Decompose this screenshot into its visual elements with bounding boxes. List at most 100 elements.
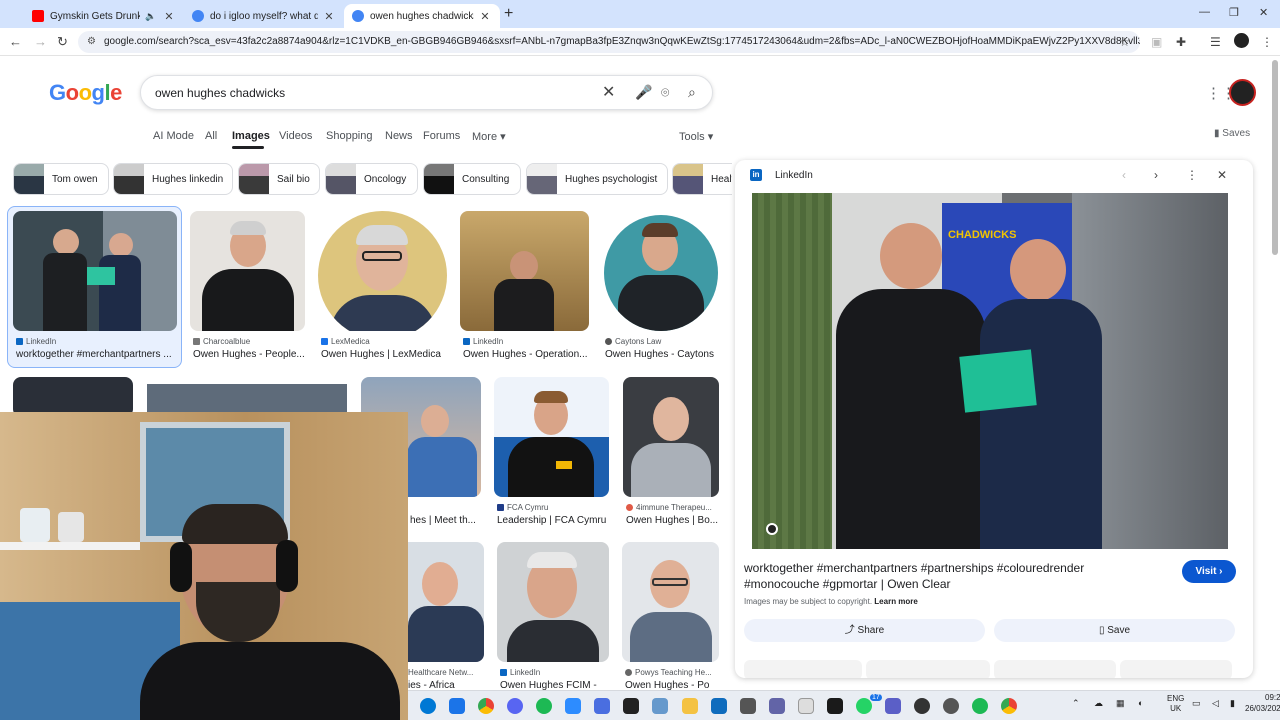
discord-icon[interactable] [507,698,523,714]
language-indicator[interactable]: ENG UK [1167,694,1184,714]
new-tab-icon[interactable]: + [504,5,513,23]
tab-shopping[interactable]: Shopping [326,130,373,142]
bookmark-star-icon[interactable]: ☆ [1119,35,1130,49]
app-icon[interactable] [914,698,930,714]
volume-icon[interactable]: ◁ [1212,698,1219,709]
preview-title[interactable]: worktogether #merchantpartners #partners… [744,560,1134,592]
result-image[interactable] [13,377,133,417]
result-caption[interactable]: Owen Hughes | Bo... [626,515,720,526]
mail-icon[interactable] [711,698,727,714]
chip-hughes-linkedin[interactable]: Hughes linkedin [113,163,233,195]
close-tab-icon[interactable]: ✕ [322,10,336,23]
page-scrollbar[interactable] [1272,60,1278,255]
account-avatar[interactable] [1229,79,1256,106]
address-bar[interactable]: ⚙ google.com/search?sca_esv=43fa2c2a8874… [78,31,1140,53]
chip-sail-bio[interactable]: Sail bio [238,163,320,195]
tab-videos[interactable]: Videos [279,130,312,142]
outlook-icon[interactable] [449,698,465,714]
app-icon[interactable] [623,698,639,714]
reload-icon[interactable]: ↻ [57,34,68,50]
preview-image[interactable]: CHADWICKS [752,193,1228,549]
learn-more-link[interactable]: Learn more [874,597,918,606]
minimize-icon[interactable]: — [1199,6,1210,18]
close-window-icon[interactable]: ✕ [1259,6,1268,19]
preview-source[interactable]: LinkedIn [775,170,813,181]
lens-search-icon[interactable] [766,523,778,535]
chip-oncology[interactable]: Oncology [325,163,418,195]
browser-tab-igloo[interactable]: do i igloo myself? what does th ✕ [184,4,344,28]
result-image[interactable] [408,542,484,662]
saves-button[interactable]: ▮ Saves [1214,128,1250,139]
previous-icon[interactable]: ‹ [1122,168,1126,182]
tab-news[interactable]: News [385,130,413,142]
result-caption[interactable]: Owen Hughes - Operation... [463,349,589,360]
result-caption[interactable]: Owen Hughes - People... [193,349,305,360]
calculator-icon[interactable] [740,698,756,714]
notepad-icon[interactable] [798,698,814,714]
chip-consulting[interactable]: Consulting [423,163,521,195]
share-button[interactable]: ⤴ Share [744,619,985,642]
chip-hughes-psychologist[interactable]: Hughes psychologist [526,163,668,195]
save-button[interactable]: ▯ Save [994,619,1235,642]
network-icon[interactable]: ▭ [1192,698,1201,709]
result-caption[interactable]: Owen Hughes - Caytons [605,349,717,360]
tools-button[interactable]: Tools ▾ [679,130,713,143]
search-icon[interactable]: ⌕ [688,84,696,101]
reading-list-icon[interactable]: ☰ [1210,35,1221,49]
chip-tom-owen[interactable]: Tom owen [13,163,109,195]
close-tab-icon[interactable]: ✕ [162,10,176,23]
close-tab-icon[interactable]: ✕ [478,10,492,23]
result-caption[interactable]: hes | Meet th... [410,515,480,526]
app-icon[interactable] [827,698,843,714]
clear-icon[interactable]: ✕ [602,82,615,102]
app-icon[interactable] [943,698,959,714]
tab-more[interactable]: More ▾ [472,130,506,143]
result-image[interactable] [602,211,718,331]
profile-icon[interactable] [1234,33,1249,48]
visit-button[interactable]: Visit › [1182,560,1236,583]
maximize-icon[interactable]: ❐ [1229,6,1239,19]
tray-overflow-icon[interactable]: ⌃ [1072,698,1080,709]
chip-healt[interactable]: Healt [672,163,732,195]
tab-ai-mode[interactable]: AI Mode [153,130,194,142]
teams-work-icon[interactable] [885,698,901,714]
spotify-icon[interactable] [536,698,552,714]
result-image[interactable] [318,211,447,331]
app-icon[interactable] [652,698,668,714]
zoom-icon[interactable] [565,698,581,714]
teams-icon[interactable] [769,698,785,714]
result-image[interactable] [13,211,177,331]
spotify-icon[interactable] [972,698,988,714]
result-image[interactable] [190,211,305,331]
edge-icon[interactable] [420,698,436,714]
site-info-icon[interactable]: ⚙ [87,36,96,47]
cloud-icon[interactable]: ☁ [1094,698,1103,709]
result-image[interactable] [497,542,609,662]
result-caption[interactable]: Leadership | FCA Cymru [497,515,609,526]
lens-camera-icon[interactable]: ⌾ [661,84,669,101]
browser-tab-active[interactable]: owen hughes chadwicks - Goo ✕ [344,4,500,28]
result-caption[interactable]: Owen Hughes | LexMedica [321,349,447,360]
browser-tab-youtube[interactable]: Gymskin Gets Drunk on a Fl 🔈 ✕ [24,4,184,28]
forward-icon[interactable]: → [34,34,47,49]
more-options-icon[interactable]: ⋮ [1186,168,1198,182]
chrome-icon[interactable] [1001,698,1017,714]
next-icon[interactable]: › [1154,168,1158,182]
back-icon[interactable]: ← [9,34,22,49]
battery-icon[interactable]: ▮ [1230,698,1235,709]
menu-kebab-icon[interactable]: ⋮ [1261,35,1273,49]
close-icon[interactable]: ✕ [1217,168,1227,182]
microphone-icon[interactable]: 🎤 [635,84,652,101]
search-input[interactable]: owen hughes chadwicks [155,86,285,100]
whatsapp-icon[interactable] [856,698,872,714]
headset-icon[interactable]: ◐ [1138,698,1143,708]
search-box[interactable]: owen hughes chadwicks ✕ 🎤 ⌾ ⌕ [140,75,713,110]
google-logo[interactable]: Google [49,80,122,106]
tab-images[interactable]: Images [232,130,270,142]
result-caption[interactable]: worktogether #merchantpartners ... [16,349,176,360]
speaker-icon[interactable]: 🔈 [144,11,158,22]
tray-icon[interactable]: ▦ [1116,698,1125,709]
tab-forums[interactable]: Forums [423,130,460,142]
extension-icon[interactable]: ▣ [1151,35,1162,49]
result-image[interactable] [460,211,589,331]
